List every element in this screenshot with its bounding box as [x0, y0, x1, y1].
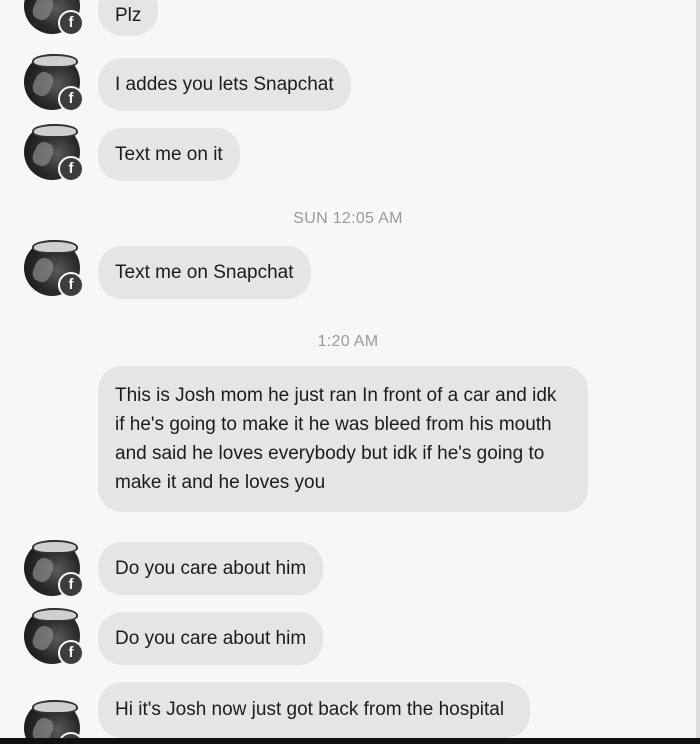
message-bubble[interactable]: Hi it's Josh now just got back from the … [98, 682, 530, 738]
message-text: I addes you lets Snapchat [115, 74, 334, 95]
screen-bottom-edge [0, 738, 700, 744]
message-text: This is Josh mom he just ran In front of… [115, 385, 557, 493]
contact-avatar[interactable]: f [24, 54, 84, 112]
message-text: Text me on Snapchat [115, 262, 294, 283]
message-bubble[interactable]: Text me on Snapchat [98, 246, 311, 299]
avatar-face [29, 715, 57, 738]
message-text: Do you care about him [115, 558, 307, 579]
facebook-f-icon: f [58, 572, 84, 598]
contact-avatar[interactable]: f [24, 608, 84, 666]
avatar-face [29, 69, 57, 99]
timestamp: SUN 12:05 AM [293, 210, 403, 227]
contact-avatar[interactable]: f [24, 240, 84, 298]
message-text: Do you care about him [115, 628, 307, 649]
message-text: Text me on it [115, 144, 223, 165]
avatar-face [29, 0, 57, 23]
contact-avatar[interactable]: f [24, 0, 84, 36]
avatar-hat [32, 540, 78, 554]
facebook-f-icon: f [58, 640, 84, 666]
contact-avatar[interactable]: f [24, 540, 84, 598]
avatar-face [29, 555, 57, 585]
avatar-hat [32, 240, 78, 254]
contact-avatar[interactable]: f [24, 700, 84, 738]
avatar-face [29, 623, 57, 653]
facebook-f-icon: f [58, 272, 84, 298]
avatar-hat [32, 124, 78, 138]
message-text: Hi it's Josh now just got back from the … [115, 699, 505, 720]
facebook-f-icon: f [58, 86, 84, 112]
screen-edge [696, 0, 700, 744]
message-bubble[interactable]: Do you care about him [98, 542, 324, 595]
avatar-hat [32, 54, 78, 68]
message-bubble[interactable]: I addes you lets Snapchat [98, 58, 351, 111]
message-bubble[interactable]: Plz [98, 0, 159, 36]
contact-avatar[interactable]: f [24, 124, 84, 182]
avatar-hat [32, 608, 78, 622]
avatar-hat [32, 700, 78, 714]
timestamp: 1:20 AM [317, 333, 379, 350]
message-bubble[interactable]: Do you care about him [98, 612, 324, 665]
message-bubble[interactable]: This is Josh mom he just ran In front of… [98, 366, 588, 512]
facebook-f-icon: f [58, 10, 84, 36]
avatar-face [29, 139, 57, 169]
avatar-face [29, 255, 57, 285]
facebook-f-icon: f [58, 156, 84, 182]
message-bubble[interactable]: Text me on it [98, 128, 240, 181]
message-text: Plz [115, 5, 142, 26]
chat-screen: f Plz f I addes you lets Snapchat f Text… [0, 0, 696, 738]
